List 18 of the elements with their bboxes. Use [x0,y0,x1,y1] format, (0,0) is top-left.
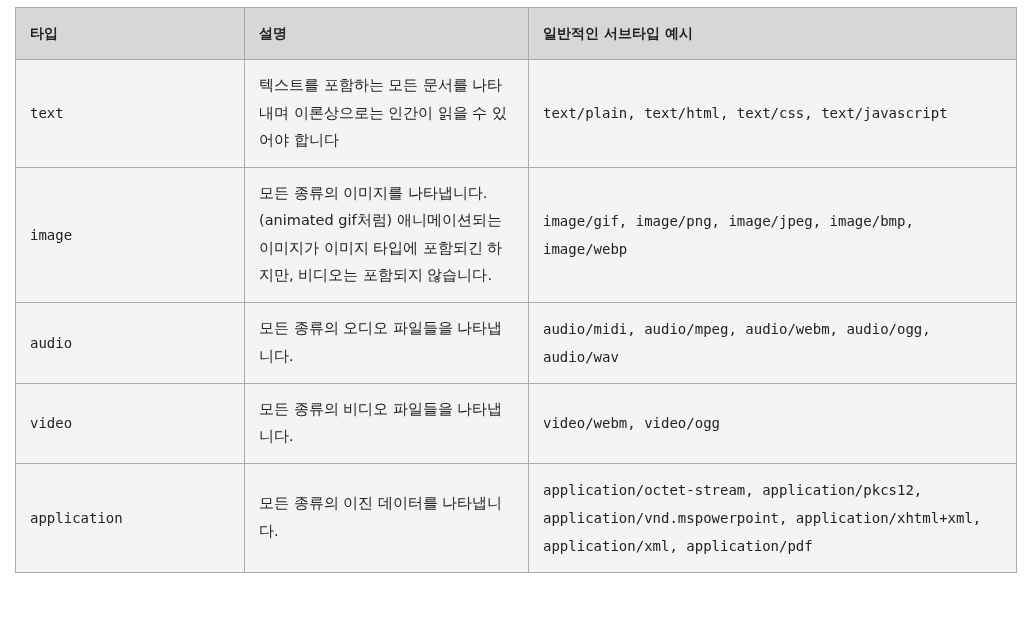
table-cell: audio/midi, audio/mpeg, audio/webm, audio/ogg, audio/wav [528,302,1017,383]
table-cell: audio [15,302,245,383]
table-cell: image [15,167,245,302]
table-cell: text [15,59,245,167]
table-cell: text/plain, text/html, text/css, text/javascript [528,59,1017,167]
table-cell: image/gif, image/png, image/jpeg, image/bmp, image/webp [528,167,1017,302]
table-cell: 텍스트를 포함하는 모든 문서를 나타내며 이론상으로는 인간이 읽을 수 있어야 합니다 [244,59,529,167]
table-cell: 모든 종류의 비디오 파일들을 나타냅니다. [244,383,529,463]
table-cell: video [15,383,245,463]
table-cell: 모든 종류의 이미지를 나타냅니다. (animated gif처럼) 애니메이션되는 이미지가 이미지 타입에 포함되긴 하지만, 비디오는 포함되지 않습니다. [244,167,529,302]
table-cell: application [15,463,245,572]
table-cell: 모든 종류의 오디오 파일들을 나타냅니다. [244,302,529,383]
table-cell: application/octet-stream, application/pkcs12, application/vnd.mspowerpoint, application/xhtml+xml, application/xml, application/pdf [528,463,1017,572]
table-cell: video/webm, video/ogg [528,383,1017,463]
column-header: 일반적인 서브타입 예시 [528,7,1017,60]
table-cell: 모든 종류의 이진 데이터를 나타냅니다. [244,463,529,572]
column-header: 타입 [15,7,245,60]
column-header: 설명 [244,7,529,60]
